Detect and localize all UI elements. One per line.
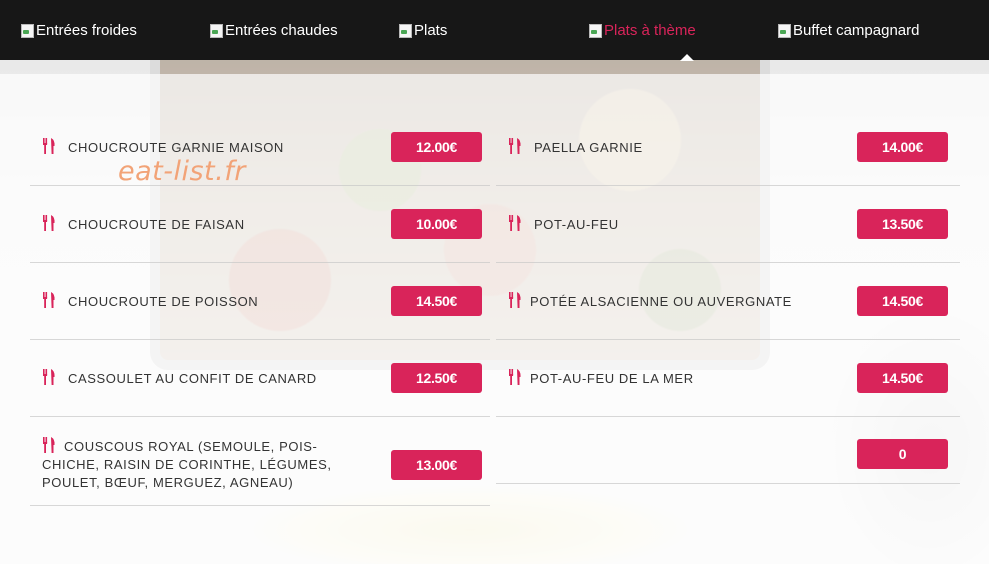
- price-badge: 14.00€: [857, 132, 948, 162]
- dish-name: POTÉE ALSACIENNE OU AUVERGNATE: [530, 294, 792, 309]
- tab-label: Plats à thème: [604, 21, 696, 39]
- menu-row: CHOUCROUTE DE FAISAN 10.00€: [30, 187, 490, 263]
- fork-knife-icon: [43, 369, 55, 385]
- dish-name: CASSOULET AU CONFIT DE CANARD: [68, 371, 317, 386]
- menu-row: COUSCOUS ROYAL (SEMOULE, POIS-CHICHE, RA…: [30, 418, 490, 506]
- tab-label: Entrées froides: [36, 21, 137, 39]
- menu-row: POTÉE ALSACIENNE OU AUVERGNATE 14.50€: [496, 264, 960, 340]
- dish-name: CHOUCROUTE GARNIE MAISON: [68, 140, 284, 155]
- tab-label: Plats: [414, 21, 448, 39]
- active-tab-indicator: [680, 54, 694, 61]
- dish-name: COUSCOUS ROYAL (SEMOULE, POIS-CHICHE, RA…: [42, 439, 332, 490]
- menu-row: PAELLA GARNIE 14.00€: [496, 110, 960, 186]
- tab-plats-a-theme[interactable]: Plats à thème: [588, 20, 696, 40]
- menu-row: POT-AU-FEU 13.50€: [496, 187, 960, 263]
- fork-knife-icon: [509, 215, 521, 231]
- broken-image-icon: [398, 22, 412, 38]
- menu-row: POT-AU-FEU DE LA MER 14.50€: [496, 341, 960, 417]
- price-badge: 10.00€: [391, 209, 482, 239]
- price-badge: 14.50€: [857, 286, 948, 316]
- fork-knife-icon: [509, 292, 521, 308]
- broken-image-icon: [777, 22, 791, 38]
- dish-name: CHOUCROUTE DE FAISAN: [68, 217, 245, 232]
- tab-entrees-chaudes[interactable]: Entrées chaudes: [209, 20, 338, 40]
- top-nav: Entrées froides Entrées chaudes Plats Pl…: [0, 0, 989, 61]
- fork-knife-icon: [43, 215, 55, 231]
- dish-name: POT-AU-FEU: [534, 217, 619, 232]
- price-badge: 13.00€: [391, 450, 482, 480]
- menu-row: 0: [496, 418, 960, 484]
- menu-row: CHOUCROUTE GARNIE MAISON 12.00€: [30, 110, 490, 186]
- menu-row: CASSOULET AU CONFIT DE CANARD 12.50€: [30, 341, 490, 417]
- menu-row: CHOUCROUTE DE POISSON 14.50€: [30, 264, 490, 340]
- fork-knife-icon: [509, 369, 521, 385]
- broken-image-icon: [209, 22, 223, 38]
- tab-label: Entrées chaudes: [225, 21, 338, 39]
- broken-image-icon: [588, 22, 602, 38]
- broken-image-icon: [20, 22, 34, 38]
- price-badge: 14.50€: [857, 363, 948, 393]
- price-badge: 12.00€: [391, 132, 482, 162]
- price-badge: 0: [857, 439, 948, 469]
- dish-name: CHOUCROUTE DE POISSON: [68, 294, 259, 309]
- price-badge: 12.50€: [391, 363, 482, 393]
- dish-name: PAELLA GARNIE: [534, 140, 643, 155]
- price-badge: 14.50€: [391, 286, 482, 316]
- dish-name: POT-AU-FEU DE LA MER: [530, 371, 694, 386]
- fork-knife-icon: [43, 292, 55, 308]
- watermark-text: eat-list.fr: [118, 156, 246, 187]
- fork-knife-icon: [43, 138, 55, 154]
- price-badge: 13.50€: [857, 209, 948, 239]
- tab-buffet-campagnard[interactable]: Buffet campagnard: [777, 20, 919, 40]
- tab-label: Buffet campagnard: [793, 21, 920, 39]
- tab-entrees-froides[interactable]: Entrées froides: [20, 20, 137, 40]
- fork-knife-icon: [509, 138, 521, 154]
- tab-plats[interactable]: Plats: [398, 20, 447, 40]
